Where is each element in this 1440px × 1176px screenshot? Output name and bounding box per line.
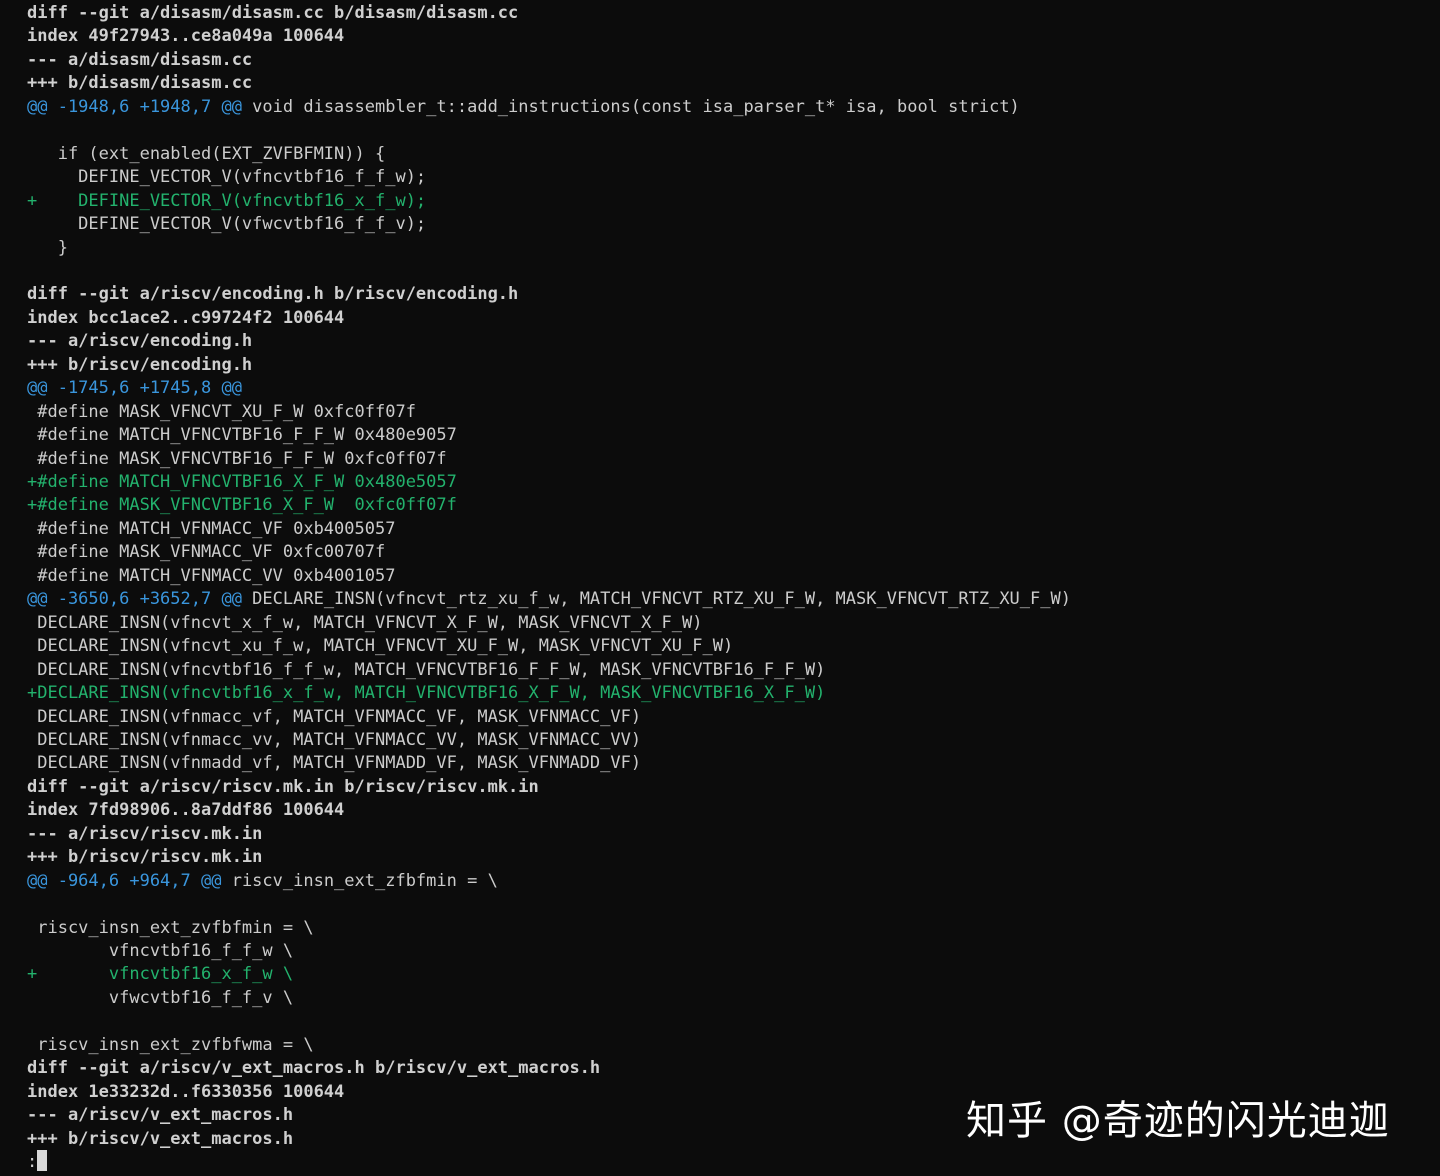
- diff-hunk-header: @@ -1745,6 +1745,8 @@: [27, 377, 242, 400]
- diff-hunk-header: @@ -3650,6 +3652,7 @@ DECLARE_INSN(vfncv…: [27, 588, 1071, 611]
- context-line: #define MATCH_VFNCVTBF16_F_F_W 0x480e905…: [27, 425, 457, 446]
- pager-prompt: :: [27, 1152, 38, 1173]
- context-line: DECLARE_INSN(vfncvt_xu_f_w, MATCH_VFNCVT…: [27, 636, 734, 657]
- diff-hunk-header: @@ -1948,6 +1948,7 @@ void disassembler_…: [27, 96, 1020, 119]
- added-line: +#define MASK_VFNCVTBF16_X_F_W 0xfc0ff07…: [27, 495, 457, 516]
- context-line: riscv_insn_ext_zvfbfmin = \: [27, 917, 314, 938]
- context-line: #define MATCH_VFNMACC_VV 0xb4001057: [27, 565, 396, 586]
- diff-file-header-line: diff --git a/riscv/riscv.mk.in b/riscv/r…: [27, 776, 539, 797]
- added-line: + DEFINE_VECTOR_V(vfncvtbf16_x_f_w);: [27, 190, 427, 211]
- diff-file-header-line: +++ b/riscv/encoding.h: [27, 354, 253, 375]
- context-line: if (ext_enabled(EXT_ZVFBFMIN)) {: [27, 143, 386, 164]
- hunk-context-text: DECLARE_INSN(vfncvt_rtz_xu_f_w, MATCH_VF…: [241, 589, 1071, 610]
- diff-file-header-line: index 1e33232d..f6330356 100644: [27, 1081, 345, 1102]
- context-line: DECLARE_INSN(vfnmadd_vf, MATCH_VFNMADD_V…: [27, 753, 642, 774]
- diff-file-header-line: --- a/riscv/riscv.mk.in: [27, 823, 263, 844]
- context-line: DEFINE_VECTOR_V(vfwcvtbf16_f_f_v);: [27, 214, 427, 235]
- diff-file-header-line: index bcc1ace2..c99724f2 100644: [27, 307, 345, 328]
- diff-file-header-line: +++ b/riscv/v_ext_macros.h: [27, 1128, 294, 1149]
- context-line: DECLARE_INSN(vfnmacc_vf, MATCH_VFNMACC_V…: [27, 706, 642, 727]
- terminal-cursor: [37, 1150, 47, 1171]
- zhihu-watermark: 知乎 @奇迹的闪光迪迦: [966, 1098, 1390, 1144]
- diff-file-header-line: diff --git a/disasm/disasm.cc b/disasm/d…: [27, 3, 519, 23]
- hunk-context-text: void disassembler_t::add_instructions(co…: [241, 96, 1020, 117]
- hunk-context-text: riscv_insn_ext_zfbfmin = \: [221, 870, 498, 891]
- diff-file-header-line: +++ b/riscv/riscv.mk.in: [27, 847, 263, 868]
- context-line: DECLARE_INSN(vfnmacc_vv, MATCH_VFNMACC_V…: [27, 729, 642, 750]
- terminal-output[interactable]: diff --git a/disasm/disasm.cc b/disasm/d…: [0, 0, 1440, 1176]
- context-line: vfncvtbf16_f_f_w \: [27, 941, 294, 961]
- diff-file-header-line: --- a/disasm/disasm.cc: [27, 49, 253, 70]
- hunk-range-marker: @@ -964,6 +964,7 @@: [27, 870, 222, 891]
- diff-file-header-line: +++ b/disasm/disasm.cc: [27, 73, 253, 94]
- hunk-range-marker: @@ -3650,6 +3652,7 @@: [27, 589, 242, 610]
- added-line: +#define MATCH_VFNCVTBF16_X_F_W 0x480e50…: [27, 472, 457, 492]
- context-line: DECLARE_INSN(vfncvt_x_f_w, MATCH_VFNCVT_…: [27, 612, 703, 633]
- diff-file-header-line: index 49f27943..ce8a049a 100644: [27, 26, 345, 47]
- diff-file-header-line: --- a/riscv/encoding.h: [27, 331, 253, 352]
- context-line: DECLARE_INSN(vfncvtbf16_f_f_w, MATCH_VFN…: [27, 659, 826, 680]
- added-line: +DECLARE_INSN(vfncvtbf16_x_f_w, MATCH_VF…: [27, 683, 826, 704]
- diff-file-header-line: index 7fd98906..8a7ddf86 100644: [27, 800, 345, 821]
- context-line: #define MASK_VFNCVTBF16_F_F_W 0xfc0ff07f: [27, 448, 447, 469]
- context-line: #define MATCH_VFNMACC_VF 0xb4005057: [27, 518, 396, 539]
- context-line: #define MASK_VFNCVT_XU_F_W 0xfc0ff07f: [27, 401, 416, 422]
- hunk-range-marker: @@ -1745,6 +1745,8 @@: [27, 378, 242, 399]
- hunk-range-marker: @@ -1948,6 +1948,7 @@: [27, 96, 242, 117]
- diff-file-header-line: --- a/riscv/v_ext_macros.h: [27, 1105, 294, 1126]
- context-line: #define MASK_VFNMACC_VF 0xfc00707f: [27, 542, 386, 563]
- added-line: + vfncvtbf16_x_f_w \: [27, 964, 294, 985]
- context-line: }: [27, 237, 68, 258]
- context-line: vfwcvtbf16_f_f_v \: [27, 987, 294, 1008]
- diff-file-header-line: diff --git a/riscv/encoding.h b/riscv/en…: [27, 284, 519, 305]
- diff-file-header-line: diff --git a/riscv/v_ext_macros.h b/risc…: [27, 1058, 601, 1079]
- context-line: riscv_insn_ext_zvfbfwma = \: [27, 1034, 314, 1055]
- context-line: DEFINE_VECTOR_V(vfncvtbf16_f_f_w);: [27, 167, 427, 188]
- diff-hunk-header: @@ -964,6 +964,7 @@ riscv_insn_ext_zfbfm…: [27, 870, 498, 893]
